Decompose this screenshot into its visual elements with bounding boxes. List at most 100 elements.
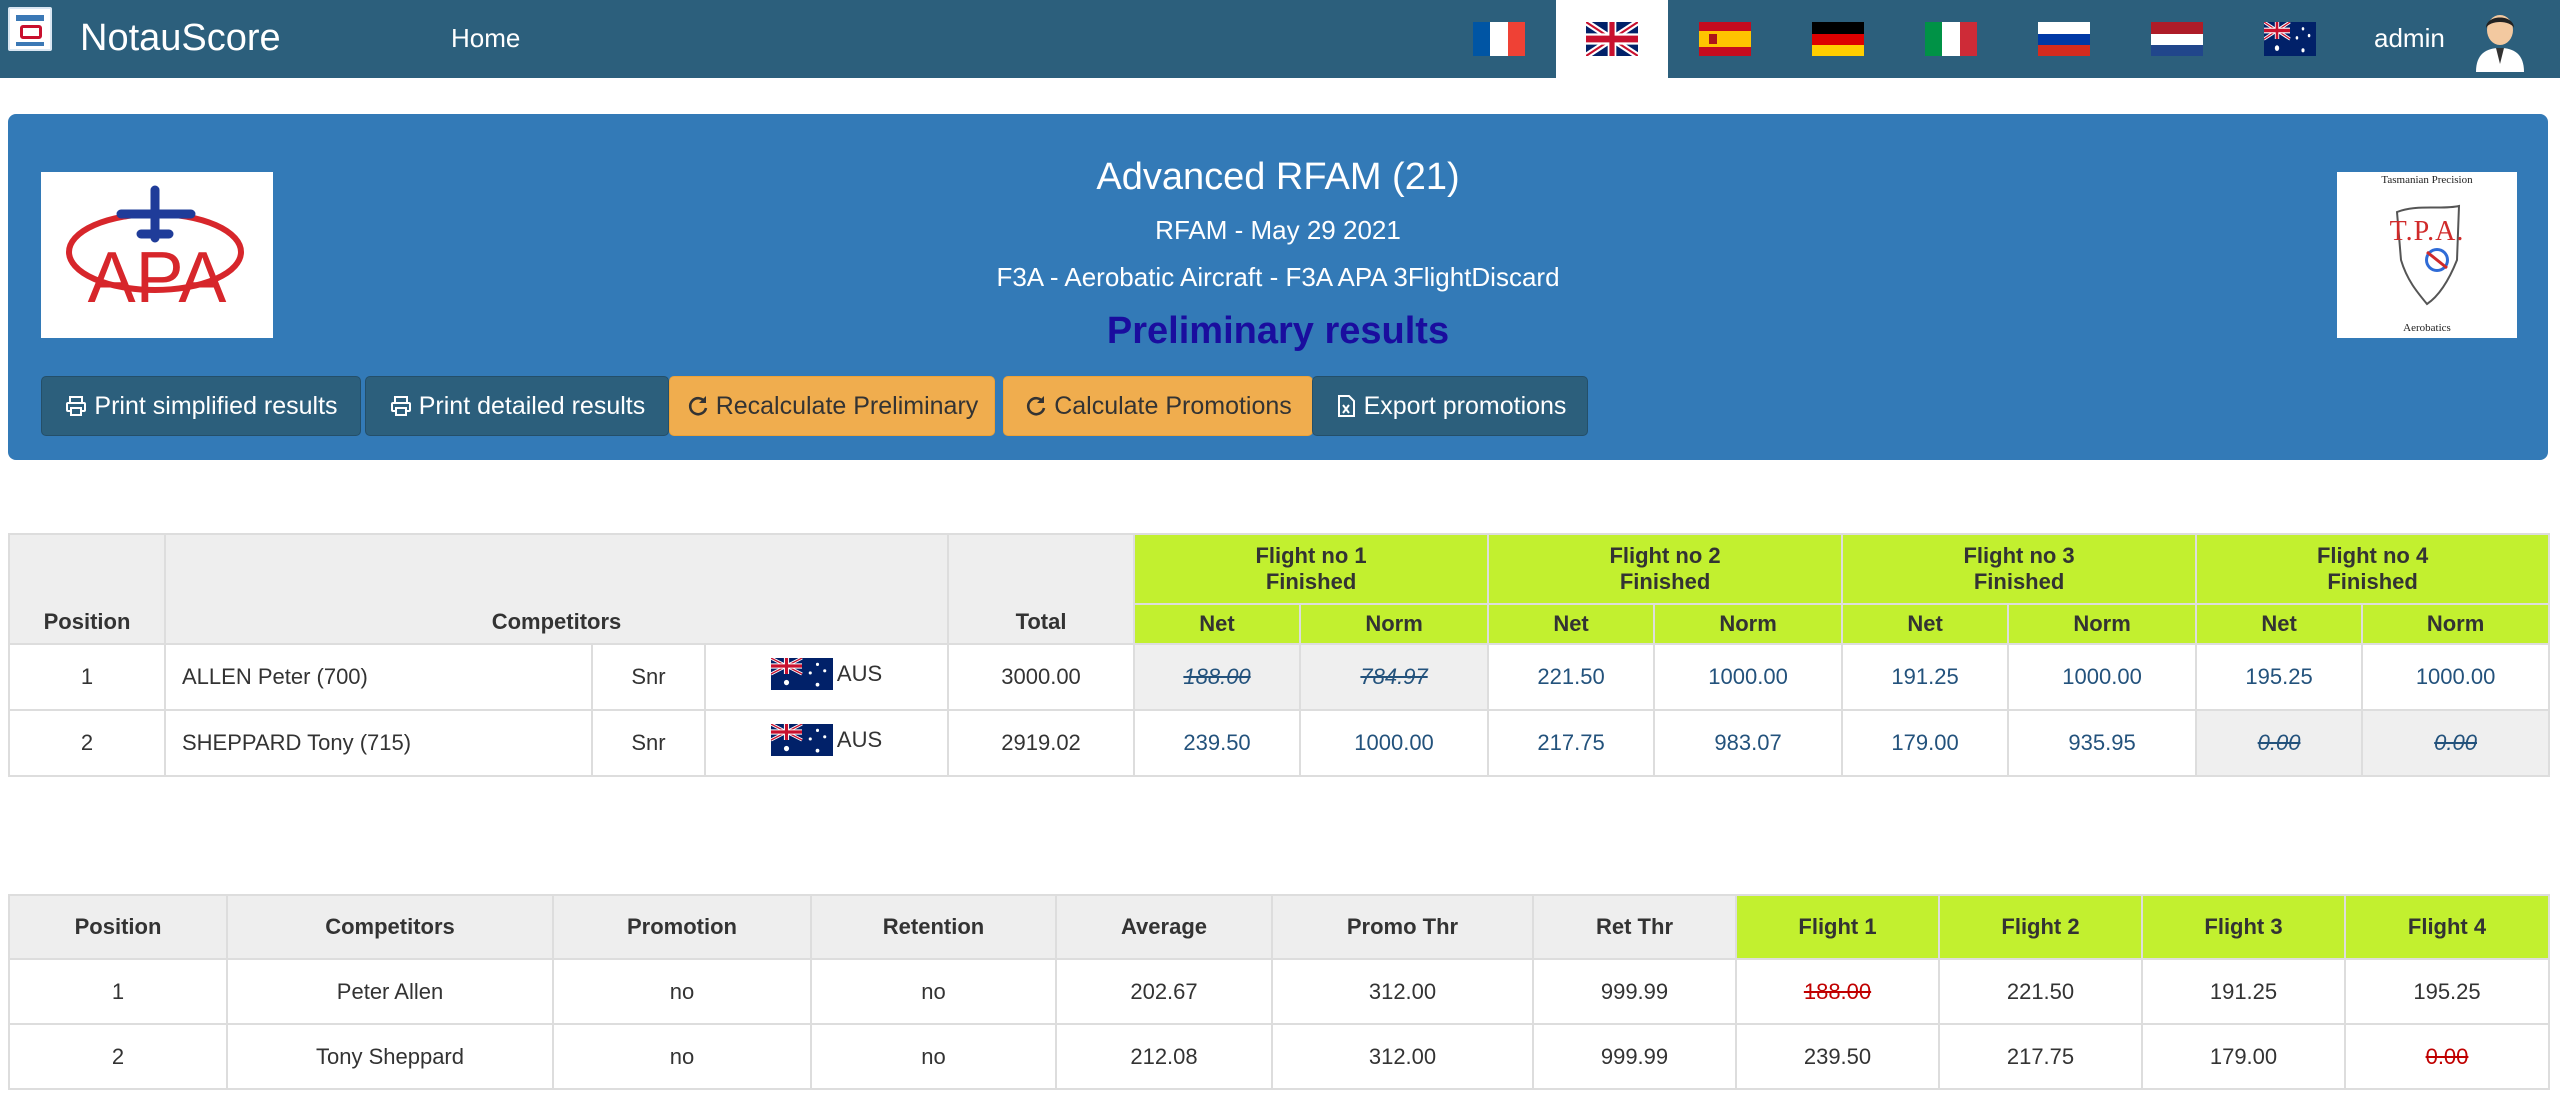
header-position: Position [8, 894, 228, 960]
row-total: 3000.00 [947, 643, 1136, 711]
header-flight-1: Flight no 1 Finished [1133, 533, 1490, 605]
flight-norm[interactable]: 1000.00 [2361, 643, 2551, 711]
row-retention: no [810, 1023, 1057, 1090]
row-class: Snr [591, 643, 706, 711]
avatar-icon[interactable] [2470, 6, 2530, 72]
flag-australia-icon [770, 722, 833, 756]
row-competitor-name: ALLEN Peter (700) [164, 643, 593, 711]
language-fr[interactable] [1443, 0, 1555, 78]
row-position: 2 [8, 709, 166, 777]
flight-score: 195.25 [2344, 958, 2550, 1025]
language-de[interactable] [1782, 0, 1894, 78]
printer-icon [66, 396, 87, 416]
print-detailed-label: Print detailed results [418, 391, 646, 420]
nav-home-link[interactable]: Home [451, 20, 520, 56]
user-menu[interactable]: admin [2374, 20, 2445, 56]
row-retention-threshold: 999.99 [1532, 1023, 1737, 1090]
competition-title: Advanced RFAM (21) [1096, 156, 1460, 198]
header-competitors: Competitors [163, 533, 950, 645]
flight-norm[interactable]: 983.07 [1653, 709, 1844, 777]
header-promo-threshold: Promo Thr [1271, 894, 1534, 960]
top-navbar: NotauScore Home admin [0, 0, 2560, 78]
header-norm: Norm [2361, 603, 2551, 645]
flight-status: Finished [2327, 569, 2418, 594]
flight-name: Flight no 3 [1963, 543, 2075, 568]
flight-norm[interactable]: 1000.00 [1653, 643, 1844, 711]
row-country: AUS [703, 643, 950, 711]
header-net: Net [2195, 603, 2364, 645]
header-flight-2: Flight no 2 Finished [1487, 533, 1844, 605]
recalculate-label: Recalculate Preliminary [715, 391, 979, 420]
header-flight-3: Flight no 3 Finished [1841, 533, 2198, 605]
language-au[interactable] [2234, 0, 2346, 78]
app-brand[interactable]: NotauScore [80, 14, 281, 62]
flight-norm-discarded[interactable]: 784.97 [1299, 643, 1490, 711]
print-simplified-label: Print simplified results [94, 391, 338, 420]
calculate-promotions-button[interactable]: Calculate Promotions [1003, 376, 1313, 436]
app-logo-icon[interactable] [8, 7, 52, 51]
table-row: 1 Peter Allen no no 202.67 312.00 999.99… [8, 958, 2550, 1025]
results-status: Preliminary results [1106, 310, 1450, 352]
header-flight-1: Flight 1 [1735, 894, 1940, 960]
flight-status: Finished [1619, 569, 1711, 594]
printer-icon [390, 396, 411, 416]
row-total: 2919.02 [947, 709, 1136, 777]
country-code: AUS [836, 727, 883, 752]
language-ru[interactable] [2008, 0, 2120, 78]
flight-norm[interactable]: 1000.00 [2007, 643, 2198, 711]
row-competitor-name: SHEPPARD Tony (715) [164, 709, 593, 777]
flight-score-discarded: 0.00 [2344, 1023, 2550, 1090]
header-norm: Norm [2007, 603, 2198, 645]
language-es[interactable] [1669, 0, 1781, 78]
flight-norm-discarded[interactable]: 0.00 [2361, 709, 2551, 777]
row-country: AUS [703, 709, 950, 777]
header-flight-4: Flight 4 [2344, 894, 2550, 960]
competition-category: F3A - Aerobatic Aircraft - F3A APA 3Flig… [996, 262, 1560, 292]
language-en[interactable] [1556, 0, 1668, 78]
flight-net-discarded[interactable]: 0.00 [2195, 709, 2364, 777]
flight-status: Finished [1265, 569, 1357, 594]
export-promotions-button[interactable]: Export promotions [1312, 376, 1588, 436]
competition-header-panel: APA Advanced RFAM (21) RFAM - May 29 202… [8, 114, 2548, 460]
header-retention: Retention [810, 894, 1057, 960]
header-total: Total [947, 533, 1136, 645]
flight-net[interactable]: 221.50 [1487, 643, 1656, 711]
row-position: 1 [8, 643, 166, 711]
flight-net-discarded[interactable]: 188.00 [1133, 643, 1302, 711]
flight-score: 191.25 [2141, 958, 2346, 1025]
flight-score: 221.50 [1938, 958, 2143, 1025]
flag-italy-icon [1925, 22, 1977, 56]
print-simplified-button[interactable]: Print simplified results [41, 376, 361, 436]
row-retention: no [810, 958, 1057, 1025]
table-row: 1 ALLEN Peter (700) Snr AUS 3000.00 188.… [8, 643, 2551, 711]
flight-net[interactable]: 179.00 [1841, 709, 2010, 777]
flight-name: Flight no 2 [1609, 543, 1721, 568]
row-competitor-name: Tony Sheppard [226, 1023, 554, 1090]
row-promo-threshold: 312.00 [1271, 1023, 1534, 1090]
flight-net[interactable]: 239.50 [1133, 709, 1302, 777]
flight-net[interactable]: 217.75 [1487, 709, 1656, 777]
flag-australia-icon [770, 656, 833, 690]
row-class: Snr [591, 709, 706, 777]
competition-date: RFAM - May 29 2021 [1155, 215, 1401, 245]
recalculate-preliminary-button[interactable]: Recalculate Preliminary [669, 376, 995, 436]
header-competitors: Competitors [226, 894, 554, 960]
language-it[interactable] [1895, 0, 2007, 78]
flag-uk-icon [1586, 22, 1638, 56]
flight-score: 179.00 [2141, 1023, 2346, 1090]
flag-spain-icon [1699, 22, 1751, 56]
flight-score-discarded: 188.00 [1735, 958, 1940, 1025]
print-detailed-button[interactable]: Print detailed results [365, 376, 669, 436]
flight-name: Flight no 1 [1255, 543, 1367, 568]
flight-norm[interactable]: 935.95 [2007, 709, 2198, 777]
row-average: 202.67 [1055, 958, 1273, 1025]
language-nl[interactable] [2121, 0, 2233, 78]
flight-net[interactable]: 191.25 [1841, 643, 2010, 711]
row-position: 2 [8, 1023, 228, 1090]
flight-net[interactable]: 195.25 [2195, 643, 2364, 711]
flight-score: 239.50 [1735, 1023, 1940, 1090]
header-promotion: Promotion [552, 894, 812, 960]
header-net: Net [1841, 603, 2010, 645]
row-retention-threshold: 999.99 [1532, 958, 1737, 1025]
flight-norm[interactable]: 1000.00 [1299, 709, 1490, 777]
